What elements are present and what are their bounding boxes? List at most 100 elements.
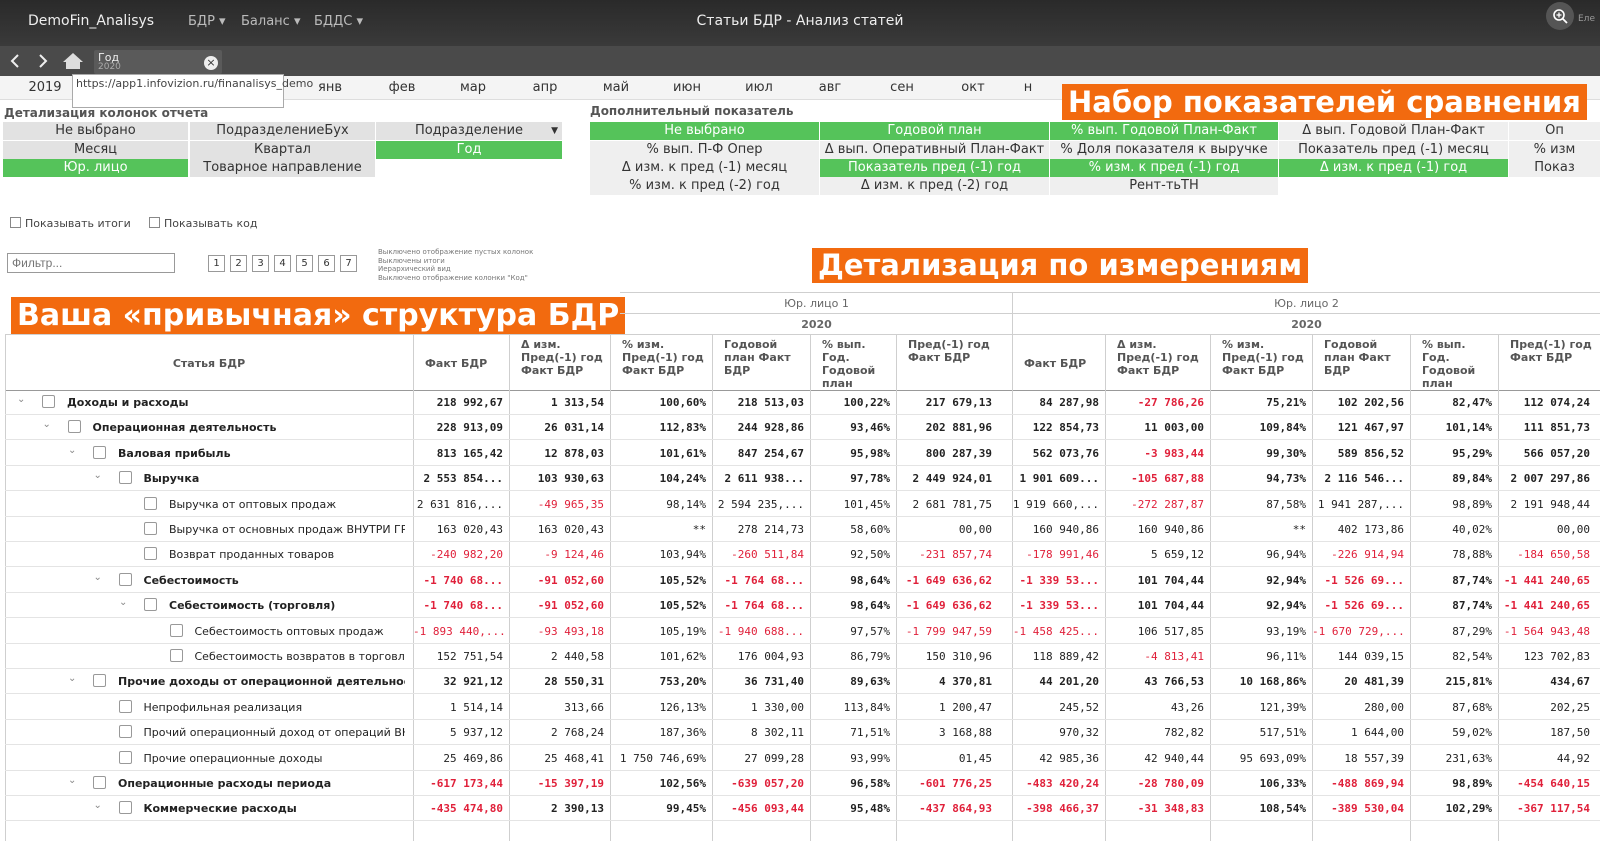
indicator-none[interactable]: Не выбрано xyxy=(590,122,819,140)
column-header[interactable]: Годовой план Факт БДР xyxy=(1324,338,1406,388)
column-header[interactable]: % вып. Год. Годовой план xyxy=(1422,338,1494,388)
column-header[interactable]: Факт БДР xyxy=(425,357,505,371)
row-checkbox[interactable] xyxy=(67,420,81,434)
show-totals-checkbox[interactable] xyxy=(10,217,21,228)
column-header[interactable]: Пред(-1) год Факт БДР xyxy=(908,338,994,388)
indicator-prev-month[interactable]: Показатель пред (-1) месяц xyxy=(1279,141,1508,159)
indicator-annual-plan-fact-delta[interactable]: Δ вып. Годовой План-Факт xyxy=(1279,122,1508,140)
indicator-profitability[interactable]: Рент-тьТН xyxy=(1050,177,1278,195)
forward-icon[interactable] xyxy=(36,53,50,69)
indicator-prev-year[interactable]: Показатель пред (-1) год xyxy=(820,159,1049,177)
column-header[interactable]: % изм. Пред(-1) год Факт БДР xyxy=(622,338,708,388)
month-sep[interactable]: сен xyxy=(866,80,938,95)
chevron-down-icon[interactable]: ⌄ xyxy=(119,597,127,608)
month-feb[interactable]: фев xyxy=(366,80,438,95)
chevron-down-icon[interactable]: ⌄ xyxy=(94,470,102,481)
indicator-revenue-share[interactable]: % Доля показателя к выручке xyxy=(1050,141,1278,159)
table-row[interactable]: ⌄ Операционные расходы периода -617 173,44… xyxy=(5,771,1600,796)
level-button-5[interactable]: 5 xyxy=(296,255,313,272)
year-2019[interactable]: 2019 xyxy=(8,80,82,95)
table-row[interactable]: Непрофильная реализация 1 514,14 313,66 126… xyxy=(5,695,1600,720)
detail-subdivision[interactable]: Подразделение ▼ xyxy=(376,122,562,140)
row-checkbox[interactable] xyxy=(144,522,157,535)
table-row[interactable]: Себестоимость возвратов в торговле 152 75… xyxy=(5,644,1600,669)
column-header[interactable]: Δ изм. Пред(-1) год Факт БДР xyxy=(521,338,606,388)
chevron-down-icon[interactable]: ⌄ xyxy=(68,673,76,684)
row-checkbox[interactable] xyxy=(144,496,157,510)
indicator-prev-year-delta[interactable]: Δ изм. к пред (-1) год xyxy=(1279,159,1508,177)
detail-legal-entity[interactable]: Юр. лицо xyxy=(3,159,188,177)
level-button-3[interactable]: 3 xyxy=(252,255,269,272)
chevron-down-icon[interactable]: ⌄ xyxy=(94,572,102,583)
level-button-1[interactable]: 1 xyxy=(208,255,225,272)
back-icon[interactable] xyxy=(8,53,22,69)
detail-none[interactable]: Не выбрано xyxy=(3,122,188,140)
indicator-annual-plan[interactable]: Годовой план xyxy=(820,122,1049,140)
detail-subdiv-buh[interactable]: ПодразделениеБух xyxy=(190,122,375,140)
column-header-article[interactable]: Статья БДР xyxy=(5,357,413,370)
month-nov[interactable]: н xyxy=(1008,80,1048,95)
indicator-oper-plan-fact-delta[interactable]: Δ вып. Оперативный План-Факт xyxy=(820,141,1049,159)
show-totals-option[interactable]: Показывать итоги xyxy=(10,217,131,230)
chevron-down-icon[interactable]: ⌄ xyxy=(68,445,76,456)
home-icon[interactable] xyxy=(62,52,84,70)
detail-product-line[interactable]: Товарное направление xyxy=(190,159,375,177)
indicator-show[interactable]: Показ xyxy=(1509,159,1600,177)
table-row[interactable]: ⌄ Доходы и расходы 218 992,67 1 313,54 100,6… xyxy=(5,390,1600,415)
row-checkbox[interactable] xyxy=(118,699,132,713)
level-button-6[interactable]: 6 xyxy=(318,255,335,272)
show-code-checkbox[interactable] xyxy=(149,217,160,228)
indicator-delta-prev-month[interactable]: Δ изм. к пред (-1) месяц xyxy=(590,159,819,177)
table-row[interactable]: Себестоимость оптовых продаж -1 893 440,.… xyxy=(5,619,1600,644)
row-checkbox[interactable] xyxy=(169,623,183,637)
month-jun[interactable]: июн xyxy=(651,80,723,95)
selection-tab-year[interactable]: Год 2020 xyxy=(94,50,222,74)
column-header[interactable]: Δ изм. Пред(-1) год Факт БДР xyxy=(1117,338,1206,388)
caret-down-icon[interactable]: ▼ xyxy=(551,122,558,140)
show-code-option[interactable]: Показывать код xyxy=(149,217,258,230)
row-checkbox[interactable] xyxy=(118,801,132,815)
column-header[interactable]: % вып. Год. Годовой план xyxy=(822,338,892,388)
indicator-annual-plan-fact-pct[interactable]: % вып. Годовой План-Факт xyxy=(1050,122,1278,140)
table-row[interactable]: ⌄ Себестоимость -1 740 68... -91 052,60 105,… xyxy=(5,568,1600,593)
table-row[interactable]: ⌄ Прочие доходы от операционной деятельно… xyxy=(5,669,1600,695)
detail-month[interactable]: Месяц xyxy=(3,141,188,159)
row-checkbox[interactable] xyxy=(118,471,132,485)
row-checkbox[interactable] xyxy=(93,776,106,789)
table-row[interactable]: Выручка от основных продаж ВНУТРИ ГР... 1… xyxy=(5,517,1600,542)
row-checkbox[interactable] xyxy=(93,445,106,459)
month-jul[interactable]: июл xyxy=(723,80,795,95)
table-row[interactable]: Возврат проданных товаров -240 982,20 -9 1… xyxy=(5,542,1600,568)
filter-input[interactable] xyxy=(7,253,175,273)
chevron-down-icon[interactable]: ⌄ xyxy=(43,419,51,430)
column-header[interactable]: % изм. Пред(-1) год Факт БДР xyxy=(1222,338,1308,388)
table-row[interactable]: ⌄ Себестоимость (торговля) -1 740 68... -91… xyxy=(5,593,1600,619)
row-checkbox[interactable] xyxy=(144,547,157,561)
month-aug[interactable]: авг xyxy=(794,80,866,95)
column-header[interactable]: Пред(-1) год Факт БДР xyxy=(1510,338,1592,388)
indicator-pf-oper-pct[interactable]: % вып. П-Ф Опер xyxy=(590,141,819,159)
chevron-down-icon[interactable]: ⌄ xyxy=(94,800,102,811)
level-button-4[interactable]: 4 xyxy=(274,255,291,272)
chevron-down-icon[interactable]: ⌄ xyxy=(68,775,76,786)
row-checkbox[interactable] xyxy=(93,674,106,688)
indicator-prev2-year-delta[interactable]: Δ изм. к пред (-2) год xyxy=(820,177,1049,195)
row-checkbox[interactable] xyxy=(169,649,183,662)
level-button-7[interactable]: 7 xyxy=(340,255,357,272)
indicator-prev-year-pct[interactable]: % изм. к пред (-1) год xyxy=(1050,159,1278,177)
table-row[interactable]: ⌄ Операционная деятельность 228 913,09 26 0… xyxy=(5,415,1600,441)
row-checkbox[interactable] xyxy=(118,725,132,739)
column-header[interactable]: Годовой план Факт БДР xyxy=(724,338,806,388)
month-apr[interactable]: апр xyxy=(509,80,581,95)
indicator-oper[interactable]: Оп xyxy=(1509,122,1600,140)
detail-year[interactable]: Год xyxy=(376,141,562,159)
zoom-button[interactable] xyxy=(1546,2,1574,30)
table-row[interactable]: Выручка от оптовых продаж 2 631 816,... -4… xyxy=(5,492,1600,517)
close-icon[interactable]: × xyxy=(204,56,218,70)
table-row[interactable]: ⌄ Коммерческие расходы -435 474,80 2 390,13… xyxy=(5,796,1600,822)
month-may[interactable]: май xyxy=(580,80,652,95)
user-label[interactable]: Еле xyxy=(1578,14,1595,24)
table-row[interactable]: ⌄ Валовая прибыль 813 165,42 12 878,03 101,6… xyxy=(5,441,1600,466)
month-oct[interactable]: окт xyxy=(937,80,1009,95)
level-button-2[interactable]: 2 xyxy=(230,255,247,272)
